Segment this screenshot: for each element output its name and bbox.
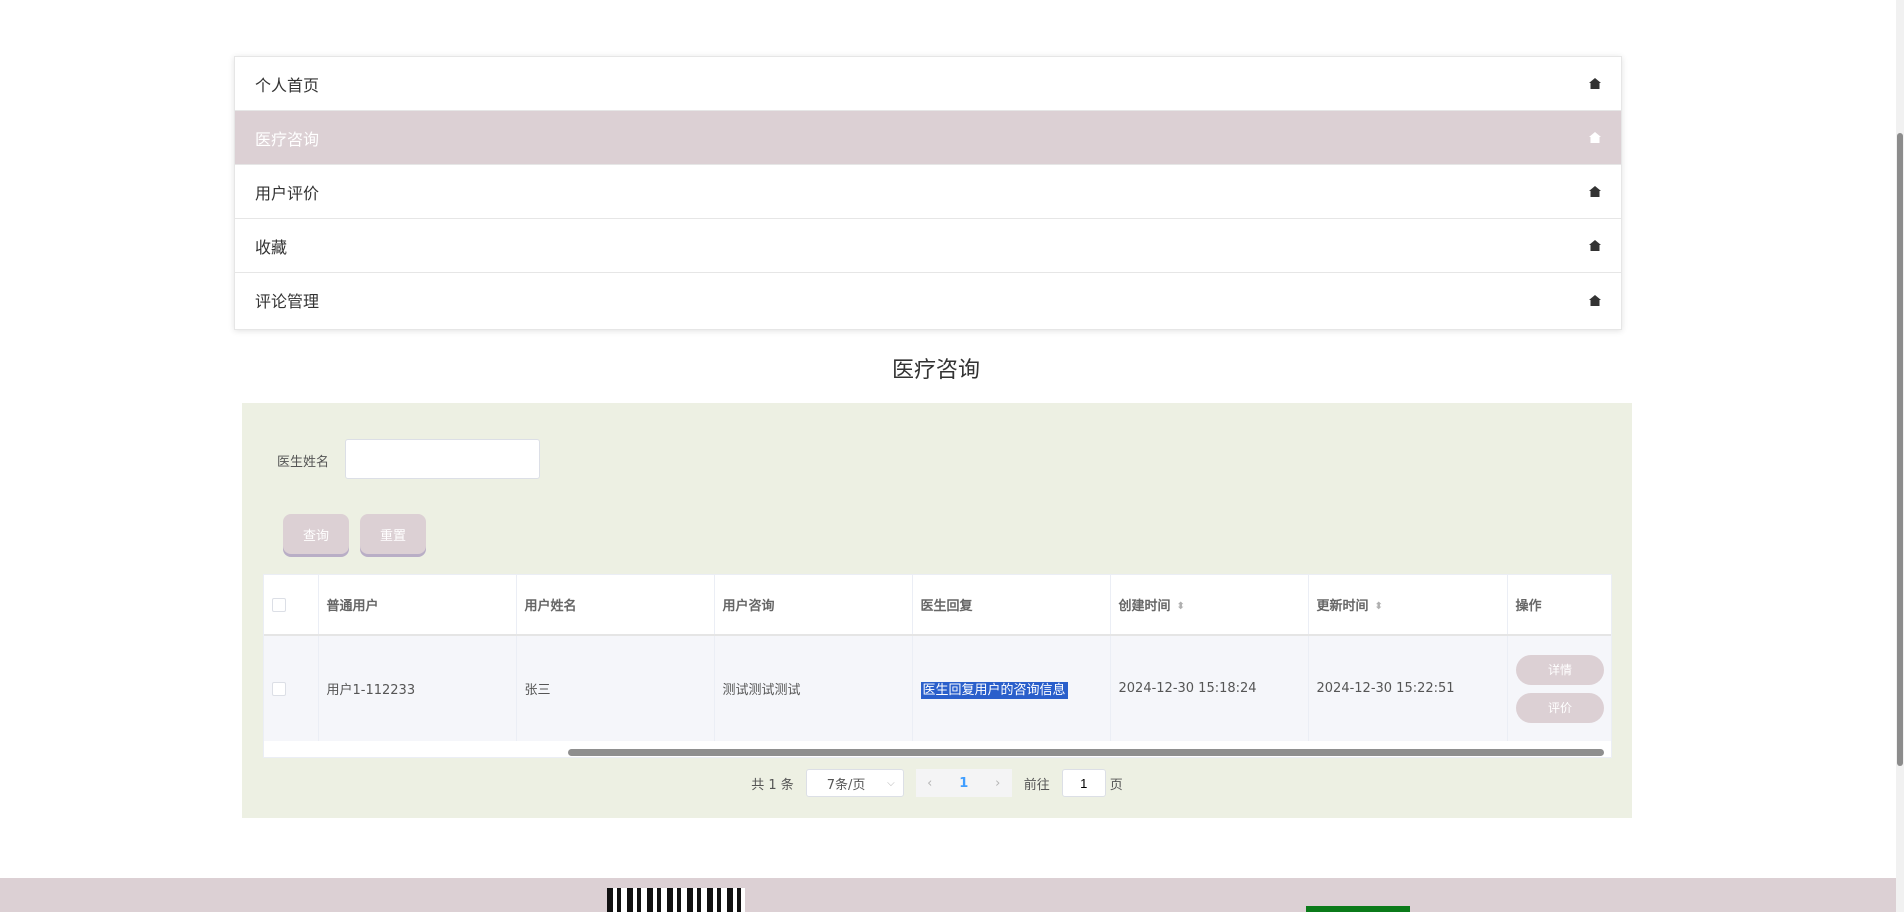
- qr-code-image: [607, 888, 745, 912]
- table-horizontal-scrollbar[interactable]: [264, 749, 1611, 757]
- row-checkbox[interactable]: [272, 681, 286, 696]
- green-badge-image: [1306, 906, 1410, 912]
- header-created-time[interactable]: 创建时间 ⬍: [1110, 575, 1309, 636]
- footer: [0, 878, 1896, 912]
- page-number-current[interactable]: 1: [943, 769, 984, 797]
- consult-table: 普通用户 用户姓名 用户咨询 医生回复 创建时间 ⬍ 更新时间 ⬍ 操作 用户1-: [263, 574, 1612, 758]
- cell-doctor-reply: 医生回复用户的咨询信息: [912, 635, 1111, 741]
- home-icon: [1589, 78, 1601, 89]
- chevron-left-icon: ‹: [927, 775, 933, 791]
- page-title: 医疗咨询: [891, 358, 980, 383]
- next-page-button[interactable]: ›: [983, 769, 1012, 797]
- cell-user-name: 张三: [516, 635, 715, 741]
- selected-reply-text: 医生回复用户的咨询信息: [920, 682, 1068, 699]
- menu-item-home[interactable]: 个人首页: [235, 57, 1621, 111]
- page-suffix: 页: [1109, 777, 1123, 793]
- menu-item-comment-management[interactable]: 评论管理: [235, 273, 1621, 327]
- side-menu: 个人首页 医疗咨询 用户评价 收藏 评论管理: [234, 56, 1622, 330]
- header-doctor-reply: 医生回复: [912, 575, 1111, 636]
- cell-updated-time: 2024-12-30 15:22:51: [1308, 635, 1508, 741]
- menu-item-label: 收藏: [255, 237, 288, 257]
- header-user-consult: 用户咨询: [714, 575, 913, 636]
- pagination: 共 1 条 7条/页 ⌵ ‹ 1 › 前往 页: [242, 768, 1632, 798]
- table-row: 用户1-112233 张三 测试测试测试 医生回复用户的咨询信息 2024-12…: [264, 635, 1611, 741]
- cell-actions: 详情 评价: [1507, 635, 1611, 741]
- goto-label: 前往: [1023, 777, 1050, 793]
- menu-item-label: 评论管理: [255, 292, 320, 311]
- select-all-cell: [264, 575, 319, 636]
- home-icon: [1589, 240, 1601, 251]
- goto-page-input[interactable]: [1061, 769, 1106, 797]
- menu-item-label: 医疗咨询: [255, 129, 320, 149]
- row-select-cell: [264, 635, 319, 741]
- page-scrollbar-thumb[interactable]: [1897, 133, 1903, 766]
- page-size-select[interactable]: 7条/页 ⌵: [805, 769, 904, 797]
- cell-created-time: 2024-12-30 15:18:24: [1110, 635, 1309, 741]
- detail-button[interactable]: 详情: [1516, 654, 1604, 685]
- menu-item-medical-consult[interactable]: 医疗咨询: [235, 111, 1621, 165]
- header-created-time-label: 创建时间: [1118, 599, 1171, 614]
- menu-item-favorites[interactable]: 收藏: [235, 219, 1621, 273]
- doctor-name-label: 医生姓名: [277, 455, 330, 470]
- sort-icon[interactable]: ⬍: [1177, 601, 1185, 612]
- menu-item-label: 用户评价: [255, 183, 320, 203]
- header-updated-time[interactable]: 更新时间 ⬍: [1308, 575, 1508, 636]
- menu-item-label: 个人首页: [255, 75, 320, 95]
- table-header-row: 普通用户 用户姓名 用户咨询 医生回复 创建时间 ⬍ 更新时间 ⬍ 操作: [264, 575, 1611, 636]
- total-count: 共 1 条: [751, 777, 794, 793]
- cell-normal-user: 用户1-112233: [318, 635, 517, 741]
- header-user-name: 用户姓名: [516, 575, 715, 636]
- header-normal-user: 普通用户: [318, 575, 517, 636]
- reset-button[interactable]: 重置: [360, 514, 426, 554]
- prev-page-button[interactable]: ‹: [915, 769, 944, 797]
- chevron-down-icon: ⌵: [887, 777, 895, 789]
- home-icon: [1589, 132, 1601, 143]
- page-size-value: 7条/页: [826, 777, 866, 793]
- menu-item-user-review[interactable]: 用户评价: [235, 165, 1621, 219]
- select-all-checkbox[interactable]: [272, 597, 286, 612]
- review-button[interactable]: 评价: [1516, 692, 1604, 723]
- table-scrollbar-thumb[interactable]: [568, 749, 1604, 756]
- home-icon: [1589, 294, 1601, 306]
- header-actions: 操作: [1507, 575, 1611, 636]
- home-icon: [1589, 186, 1601, 197]
- cell-user-consult: 测试测试测试: [714, 635, 913, 741]
- doctor-name-input[interactable]: [345, 439, 540, 479]
- header-updated-time-label: 更新时间: [1316, 599, 1369, 614]
- sort-icon[interactable]: ⬍: [1375, 601, 1383, 612]
- pager: ‹ 1 ›: [915, 769, 1012, 797]
- consult-panel: 医生姓名 查询 重置 普通用户 用户姓名 用户咨询 医生回复 创建时间 ⬍ 更新…: [242, 403, 1632, 818]
- query-button[interactable]: 查询: [283, 514, 349, 554]
- chevron-right-icon: ›: [995, 775, 1001, 791]
